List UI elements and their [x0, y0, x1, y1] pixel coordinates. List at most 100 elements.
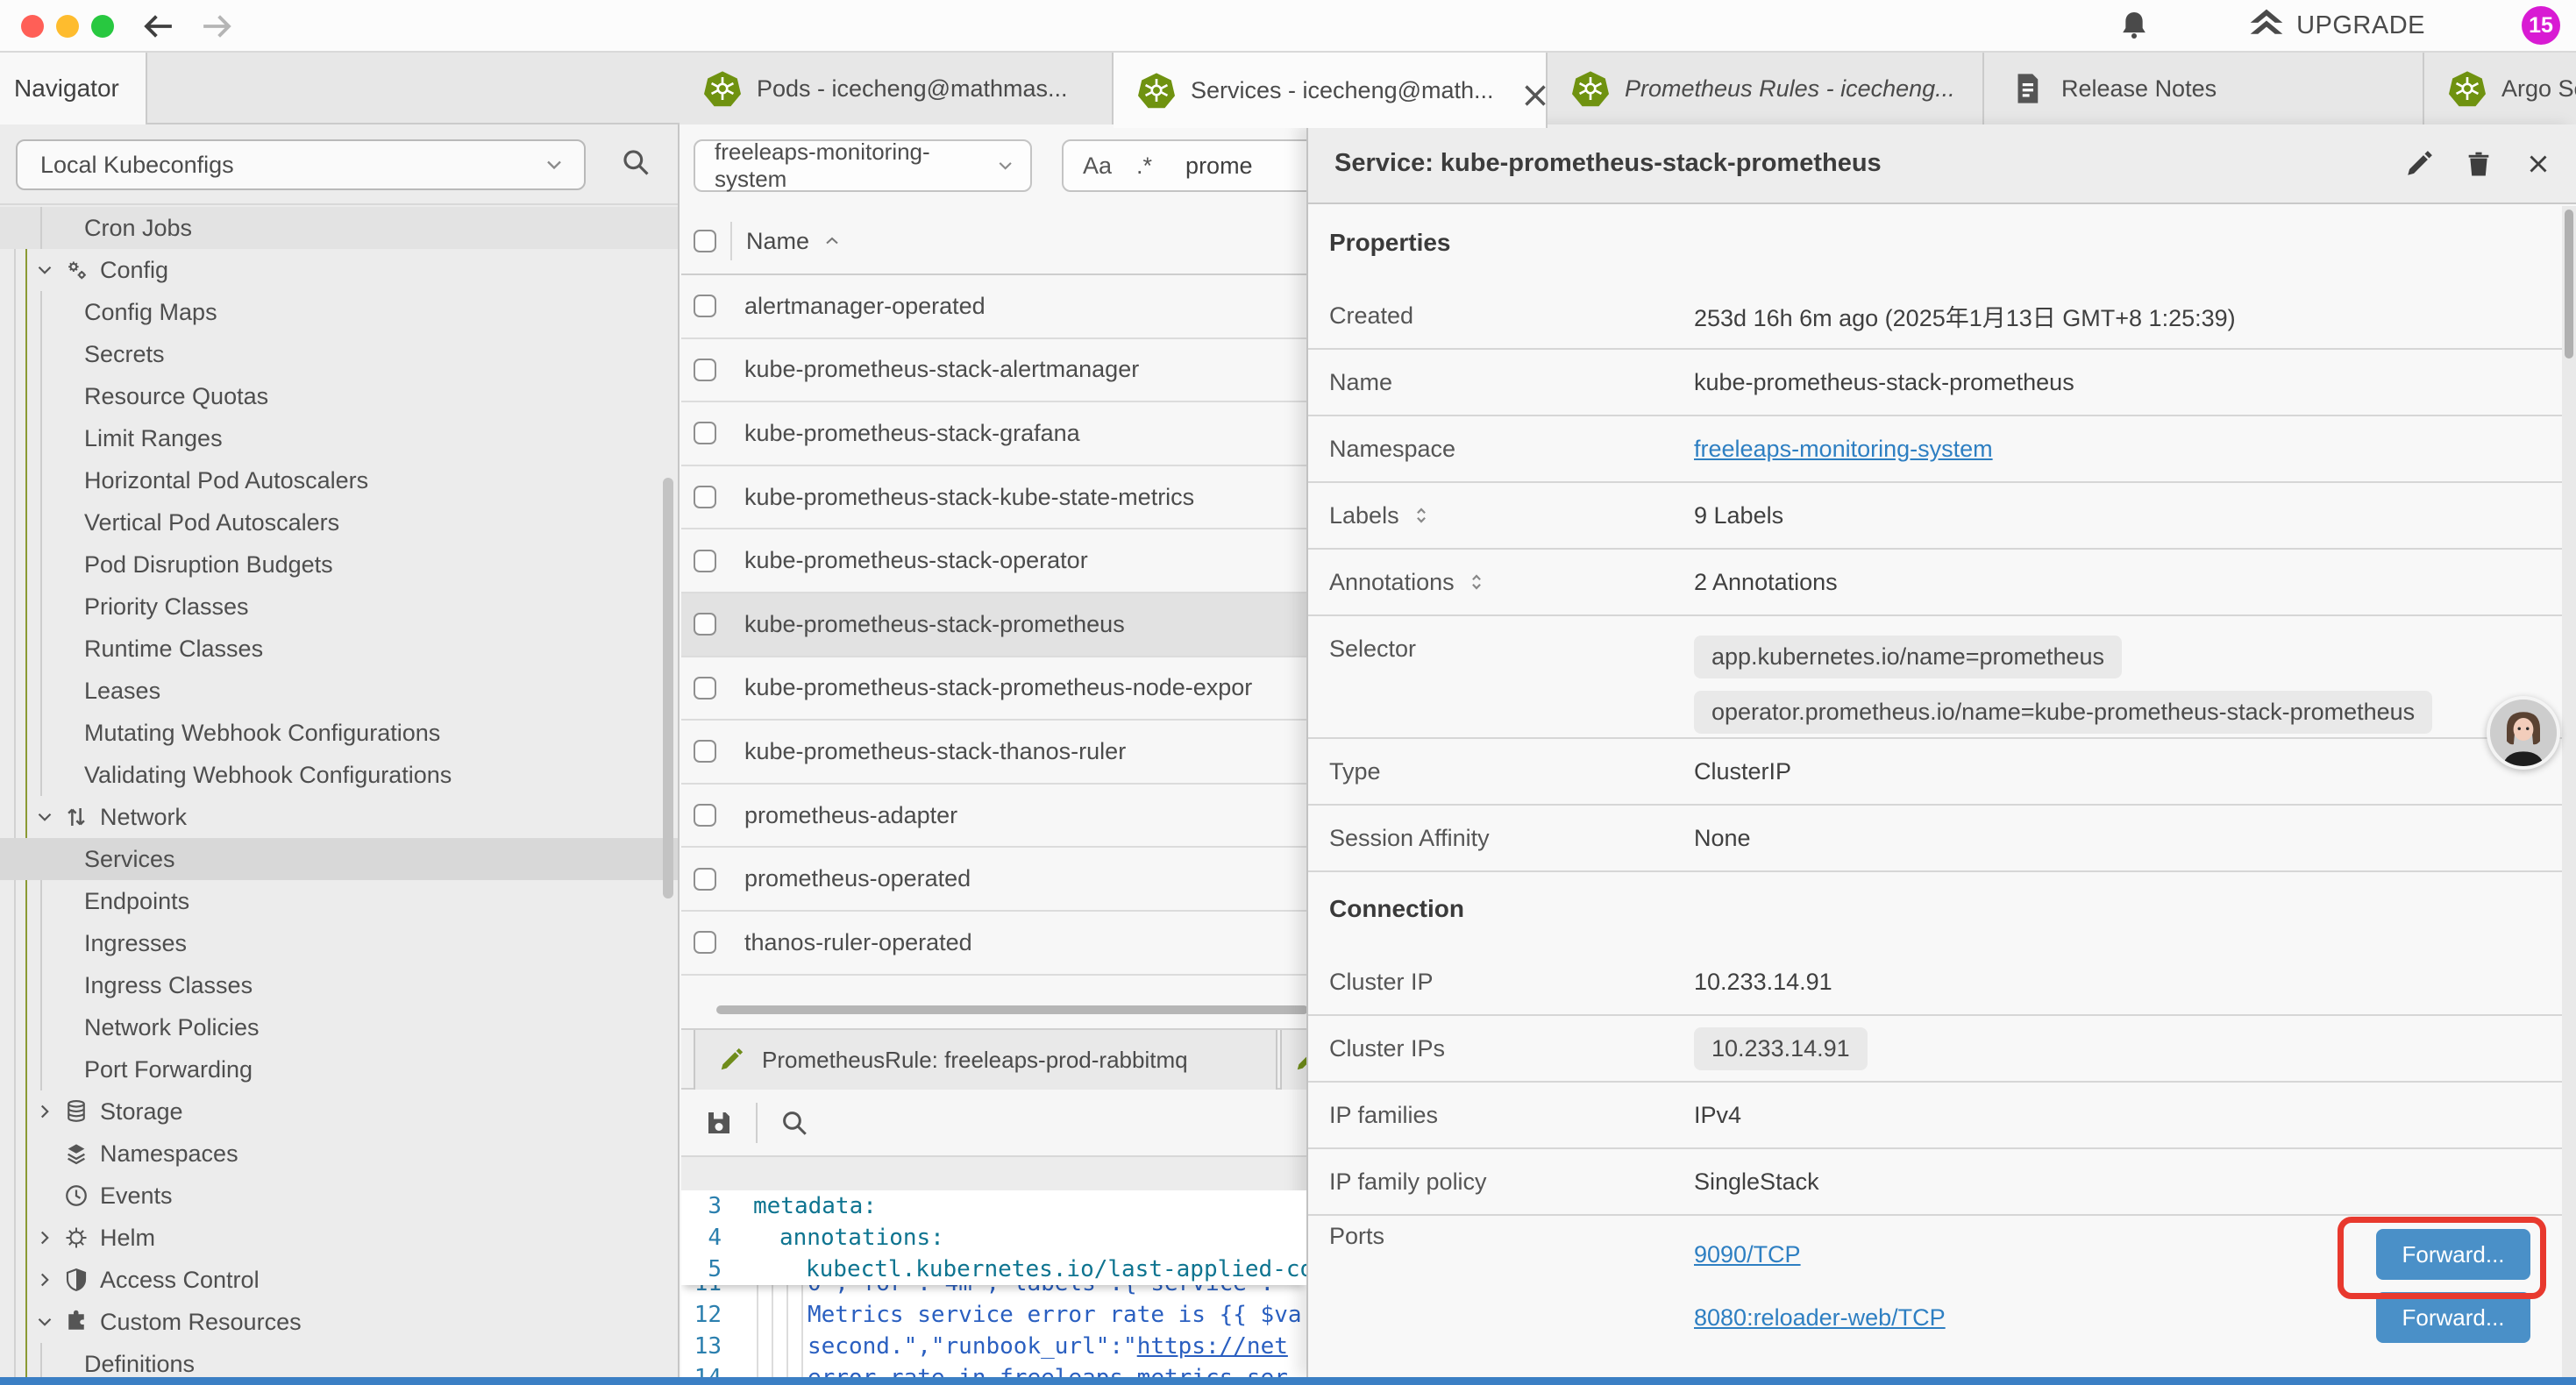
sidebar-item-vertical-pod-autoscalers[interactable]: Vertical Pod Autoscalers	[0, 501, 678, 543]
namespace-select[interactable]: freeleaps-monitoring-system	[694, 139, 1032, 192]
indent-guides	[757, 1299, 808, 1331]
regex-toggle[interactable]: .*	[1136, 153, 1152, 180]
kubeconfig-select[interactable]: Local Kubeconfigs	[16, 139, 586, 190]
table-row[interactable]: kube-prometheus-stack-thanos-ruler	[681, 721, 1306, 785]
forward-button[interactable]	[198, 8, 235, 45]
table-row[interactable]: kube-prometheus-stack-prometheus-node-ex…	[681, 657, 1306, 721]
sidebar-item-port-forwarding[interactable]: Port Forwarding	[0, 1048, 678, 1090]
sidebar-item-runtime-classes[interactable]: Runtime Classes	[0, 628, 678, 670]
row-checkbox[interactable]	[694, 295, 716, 317]
row-checkbox[interactable]	[694, 677, 716, 700]
sidebar-item-validating-webhook-configurations[interactable]: Validating Webhook Configurations	[0, 754, 678, 796]
row-checkbox[interactable]	[694, 486, 716, 508]
maximize-window-button[interactable]	[91, 15, 114, 38]
sidebar-scrollbar[interactable]	[663, 478, 673, 898]
detail-row-labels: Labels9 Labels	[1308, 483, 2576, 550]
sidebar-item-storage[interactable]: Storage	[0, 1090, 678, 1133]
forward-button[interactable]: Forward...	[2376, 1229, 2530, 1280]
forward-button[interactable]: Forward...	[2376, 1292, 2530, 1343]
sidebar-item-leases[interactable]: Leases	[0, 670, 678, 712]
list-search-input[interactable]: Aa .* prome	[1062, 139, 1306, 192]
horizontal-scrollbar[interactable]	[716, 1005, 1306, 1014]
row-checkbox[interactable]	[694, 740, 716, 763]
sidebar-item-ingress-classes[interactable]: Ingress Classes	[0, 964, 678, 1006]
delete-icon[interactable]	[2464, 149, 2494, 179]
sidebar-item-horizontal-pod-autoscalers[interactable]: Horizontal Pod Autoscalers	[0, 459, 678, 501]
close-icon[interactable]	[2523, 149, 2553, 179]
sidebar-search-icon[interactable]	[619, 146, 652, 179]
upgrade-label[interactable]: UPGRADE	[2296, 11, 2425, 40]
select-all-checkbox[interactable]	[694, 230, 716, 252]
row-checkbox[interactable]	[694, 550, 716, 572]
content-tab[interactable]: Pods - icecheng@mathmas...	[680, 53, 1114, 124]
upgrade-icon[interactable]	[2247, 6, 2286, 45]
sidebar-item-custom-resources[interactable]: Custom Resources	[0, 1301, 678, 1343]
notifications-bell-icon[interactable]	[2117, 9, 2151, 42]
sidebar-item-limit-ranges[interactable]: Limit Ranges	[0, 417, 678, 459]
sidebar-item-endpoints[interactable]: Endpoints	[0, 880, 678, 922]
sidebar-item-secrets[interactable]: Secrets	[0, 333, 678, 375]
table-row[interactable]: kube-prometheus-stack-operator	[681, 529, 1306, 593]
table-row[interactable]: kube-prometheus-stack-kube-state-metrics	[681, 466, 1306, 530]
editor-tab-prometheusrule[interactable]: PrometheusRule: freeleaps-prod-rabbitmq	[694, 1030, 1277, 1090]
table-row[interactable]: thanos-ruler-operated	[681, 912, 1306, 976]
user-avatar[interactable]	[2487, 696, 2560, 770]
save-icon[interactable]	[703, 1107, 735, 1139]
notification-count-badge[interactable]: 15	[2522, 6, 2560, 45]
content-tab[interactable]: Prometheus Rules - icecheng...	[1548, 53, 1984, 124]
editor-search-icon[interactable]	[779, 1107, 810, 1139]
table-row[interactable]: kube-prometheus-stack-grafana	[681, 402, 1306, 466]
navigator-panel-tab[interactable]: Navigator	[0, 53, 147, 124]
sidebar-item-namespaces[interactable]: Namespaces	[0, 1133, 678, 1175]
sort-ascending-icon[interactable]	[822, 231, 843, 252]
content-tab[interactable]: Services - icecheng@math...	[1114, 53, 1548, 128]
port-link[interactable]: 9090/TCP	[1694, 1241, 1801, 1268]
sidebar-item-events[interactable]: Events	[0, 1175, 678, 1217]
sidebar-item-cron-jobs[interactable]: Cron Jobs	[0, 207, 678, 249]
edit-icon[interactable]	[2404, 149, 2434, 179]
sidebar-item-network-policies[interactable]: Network Policies	[0, 1006, 678, 1048]
sidebar-item-helm[interactable]: Helm	[0, 1217, 678, 1259]
table-row[interactable]: kube-prometheus-stack-prometheus	[681, 593, 1306, 657]
sidebar-item-priority-classes[interactable]: Priority Classes	[0, 586, 678, 628]
sidebar-item-config-maps[interactable]: Config Maps	[0, 291, 678, 333]
sidebar-item-label: Resource Quotas	[0, 383, 268, 410]
sidebar-item-access-control[interactable]: Access Control	[0, 1259, 678, 1301]
row-checkbox[interactable]	[694, 804, 716, 827]
code-link[interactable]: https://net	[1137, 1333, 1288, 1360]
sidebar-item-config[interactable]: Config	[0, 249, 678, 291]
sidebar-item-definitions[interactable]: Definitions	[0, 1343, 678, 1377]
name-column-header[interactable]: Name	[746, 228, 809, 255]
table-row[interactable]: prometheus-operated	[681, 848, 1306, 912]
yaml-editor[interactable]: 3metadata:4annotations:5kubectl.kubernet…	[681, 1190, 1306, 1377]
content-tab[interactable]: Release Notes	[1984, 53, 2424, 124]
sidebar-item-network[interactable]: Network	[0, 796, 678, 838]
tab-close-icon[interactable]	[1517, 77, 1543, 103]
close-window-button[interactable]	[21, 15, 44, 38]
sidebar-item-pod-disruption-budgets[interactable]: Pod Disruption Budgets	[0, 543, 678, 586]
sidebar-item-resource-quotas[interactable]: Resource Quotas	[0, 375, 678, 417]
row-checkbox[interactable]	[694, 931, 716, 954]
sortud-icon[interactable]	[1465, 571, 1488, 593]
back-button[interactable]	[140, 8, 177, 45]
row-checkbox[interactable]	[694, 422, 716, 444]
content-tab[interactable]: Argo Se	[2424, 53, 2576, 124]
match-case-toggle[interactable]: Aa	[1083, 153, 1112, 180]
sidebar-item-mutating-webhook-configurations[interactable]: Mutating Webhook Configurations	[0, 712, 678, 754]
table-row[interactable]: prometheus-adapter	[681, 785, 1306, 849]
editor-tab-next[interactable]	[1280, 1030, 1306, 1090]
table-row[interactable]: alertmanager-operated	[681, 275, 1306, 339]
row-checkbox[interactable]	[694, 868, 716, 891]
minimize-window-button[interactable]	[56, 15, 79, 38]
sortud-icon[interactable]	[1410, 504, 1433, 527]
table-row[interactable]: kube-prometheus-stack-alertmanager	[681, 339, 1306, 403]
detail-scrollbar[interactable]	[2562, 206, 2576, 1377]
sidebar-item-ingresses[interactable]: Ingresses	[0, 922, 678, 964]
port-link[interactable]: 8080:reloader-web/TCP	[1694, 1304, 1946, 1332]
namespace-link[interactable]: freeleaps-monitoring-system	[1694, 436, 1993, 462]
sidebar-item-services[interactable]: Services	[0, 838, 678, 880]
kubeconfig-select-value: Local Kubeconfigs	[40, 152, 234, 179]
row-checkbox[interactable]	[694, 359, 716, 381]
sidebar-item-label: Mutating Webhook Configurations	[0, 720, 440, 747]
row-checkbox[interactable]	[694, 613, 716, 636]
